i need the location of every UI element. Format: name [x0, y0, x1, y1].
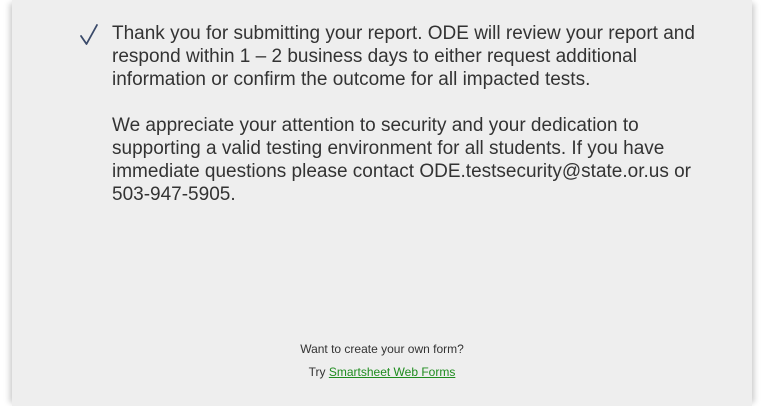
checkmark-icon — [78, 22, 100, 48]
footer-prompt: Want to create your own form? — [300, 342, 464, 356]
confirmation-paragraph-thanks: Thank you for submitting your report. OD… — [112, 23, 695, 90]
smartsheet-footer: Want to create your own form? Try Smarts… — [12, 338, 752, 384]
footer-try-line: Try Smartsheet Web Forms — [12, 361, 752, 384]
form-panel: Thank you for submitting your report. OD… — [12, 0, 752, 406]
footer-try-label: Try — [308, 365, 329, 379]
message-text: Thank you for submitting your report. OD… — [112, 22, 712, 229]
confirmation-paragraph-contact: We appreciate your attention to security… — [112, 115, 691, 205]
smartsheet-web-forms-link[interactable]: Smartsheet Web Forms — [329, 365, 455, 379]
